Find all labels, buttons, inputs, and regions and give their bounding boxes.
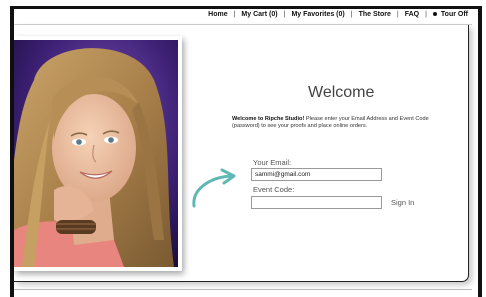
portrait-photo bbox=[14, 40, 178, 267]
event-code-field[interactable] bbox=[251, 196, 382, 209]
nav-tour-toggle[interactable]: Tour Off bbox=[432, 11, 468, 18]
sign-in-button[interactable]: Sign In bbox=[391, 198, 414, 207]
nav-the-store[interactable]: The Store bbox=[359, 11, 391, 18]
nav-separator: | bbox=[350, 11, 353, 18]
nav-separator: | bbox=[425, 11, 427, 18]
intro-bold: Welcome to Ripche Studio! bbox=[232, 116, 305, 122]
event-code-label: Event Code: bbox=[253, 185, 295, 194]
email-field[interactable] bbox=[251, 168, 382, 181]
footer-divider bbox=[14, 289, 472, 290]
portrait-photo-frame bbox=[14, 36, 182, 271]
nav-separator: | bbox=[283, 11, 286, 18]
portrait-image bbox=[14, 40, 178, 267]
nav-my-cart[interactable]: My Cart (0) bbox=[241, 11, 277, 18]
nav-home[interactable]: Home bbox=[208, 11, 227, 18]
curved-arrow-icon bbox=[192, 168, 236, 208]
tour-label: Tour Off bbox=[440, 11, 468, 18]
email-label: Your Email: bbox=[253, 158, 292, 167]
nav-my-favorites[interactable]: My Favorites (0) bbox=[291, 11, 344, 18]
nav-separator: | bbox=[396, 11, 399, 18]
nav-faq[interactable]: FAQ bbox=[405, 11, 419, 18]
bullet-dot-icon bbox=[432, 12, 437, 17]
nav-separator: | bbox=[233, 11, 236, 18]
top-navigation: Home | My Cart (0) | My Favorites (0) | … bbox=[208, 11, 468, 18]
intro-text: Welcome to Ripche Studio! Please enter y… bbox=[232, 116, 442, 131]
page-title: Welcome bbox=[308, 84, 375, 101]
